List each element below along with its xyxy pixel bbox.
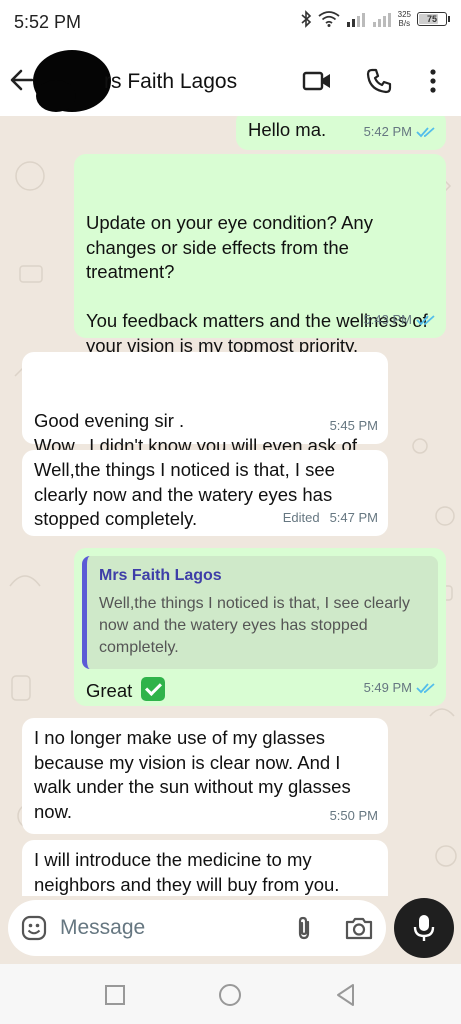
wifi-icon [318,11,340,27]
edited-label: Edited [282,509,320,525]
message-time: 5:45 PM [329,417,378,433]
message-bubble-outgoing[interactable]: Mrs Faith Lagos Well,the things I notice… [74,548,446,706]
message-text: I will introduce the medicine to my neig… [34,849,340,895]
home-circle-icon[interactable] [217,982,243,1008]
message-bubble-incoming[interactable]: Well,the things I noticed is that, I see… [22,450,388,536]
read-tick-icon [416,683,435,694]
battery-icon: 75 [417,12,450,26]
message-text: Great [86,679,133,701]
attach-icon[interactable] [290,914,318,942]
video-call-button[interactable] [300,66,334,96]
mic-icon [413,915,435,941]
message-bubble-incoming[interactable]: Good evening sir . Wow...I didn't know y… [22,352,388,480]
status-icons: 325 B/s 75 [300,10,450,28]
signal-icon [346,13,365,27]
message-input[interactable] [60,914,280,942]
avatar[interactable] [30,48,112,114]
message-time: 5:49 PM [363,679,412,695]
message-bubble-outgoing[interactable]: Hello ma. 5:42 PM [236,116,446,150]
message-time: 5:42 PM [363,123,412,139]
message-meta: 5:42 PM [364,120,436,145]
battery-level: 75 [426,14,437,24]
recents-square-icon[interactable] [102,982,128,1008]
emoji-icon[interactable] [20,914,48,942]
net-speed-unit: B/s [398,19,411,28]
message-time: 5:47 PM [329,509,378,525]
message-text: Hello ma. [248,119,327,140]
net-speed-value: 325 [397,10,411,19]
more-options-button[interactable] [416,66,450,96]
message-meta: 5:45 PM [330,414,378,439]
quote-author: Mrs Faith Lagos [99,567,222,584]
message-time: 5:43 PM [363,311,412,327]
message-box [8,900,386,956]
message-bubble-incoming[interactable]: I no longer make use of my glasses becau… [22,718,388,834]
video-call-icon [302,71,330,91]
message-meta: 5:50 PM [330,804,378,829]
phone-icon [366,68,392,94]
quoted-message[interactable]: Mrs Faith Lagos Well,the things I notice… [82,556,438,669]
camera-icon[interactable] [344,914,374,942]
net-speed: 325 B/s [398,10,411,28]
chat-header: rs Faith Lagos [0,46,461,116]
check-mark-button-emoji [141,676,166,701]
back-triangle-icon[interactable] [333,982,359,1008]
chat-area[interactable]: Hello ma. 5:42 PM Update on your eye con… [0,116,461,896]
message-text: Update on your eye condition? Any change… [86,212,428,356]
composer-bar [0,896,461,964]
signal-icon-2 [372,13,391,27]
message-bubble-outgoing[interactable]: Update on your eye condition? Any change… [74,154,446,356]
message-meta: Edited 5:47 PM [283,506,378,531]
system-nav-bar [0,964,461,1024]
message-meta: 5:43 PM [364,308,436,333]
message-bubble-incoming[interactable]: I will introduce the medicine to my neig… [22,840,388,896]
message-time: 5:50 PM [329,807,378,823]
message-meta: 5:49 PM [364,676,436,701]
more-vert-icon [430,69,436,93]
quote-text: Well,the things I noticed is that, I see… [99,594,410,656]
voice-call-button[interactable] [362,66,396,96]
status-time: 5:52 PM [14,12,82,32]
read-tick-icon [416,315,435,326]
bluetooth-icon [301,10,311,28]
status-bar: 5:52 PM 325 B/s 75 [0,0,461,46]
message-text: I no longer make use of my glasses becau… [34,727,351,822]
read-tick-icon [416,127,435,138]
mic-button[interactable] [394,898,454,958]
contact-name[interactable]: rs Faith Lagos [104,70,237,94]
